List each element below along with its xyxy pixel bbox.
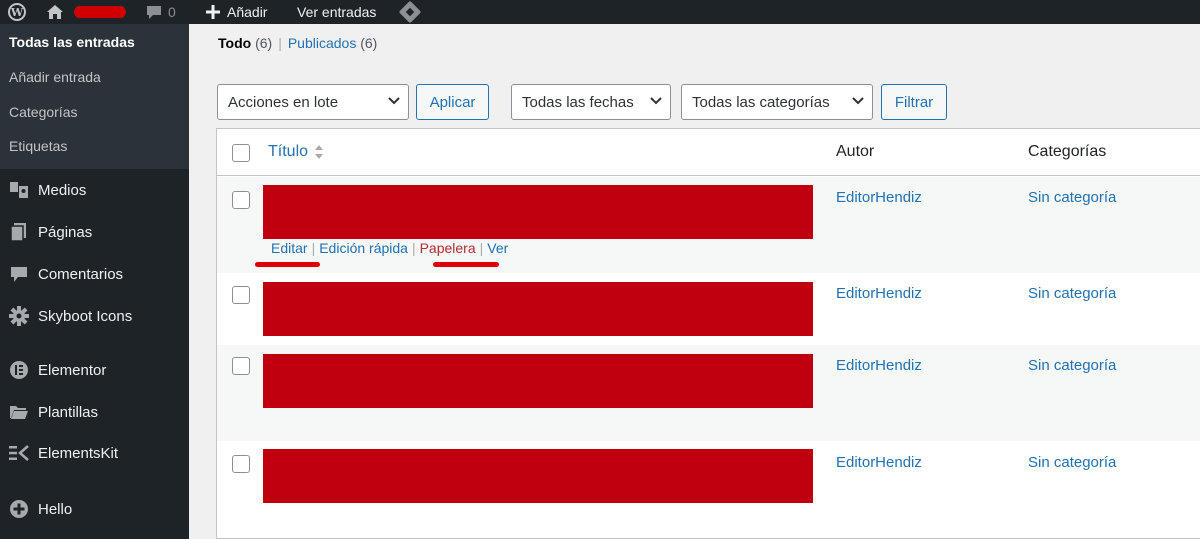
row-checkbox[interactable] xyxy=(232,455,250,473)
row-checkbox[interactable] xyxy=(232,286,250,304)
filter-all[interactable]: Todo xyxy=(218,35,251,51)
chevron-down-icon xyxy=(388,97,400,105)
submenu-categories[interactable]: Categorías xyxy=(9,104,77,120)
sort-icon xyxy=(315,145,324,159)
row-actions: Editar | Edición rápida | Papelera | Ver xyxy=(271,240,508,256)
annotation-underline-edit xyxy=(255,262,320,267)
gear-icon xyxy=(0,306,38,326)
chevron-down-icon xyxy=(852,97,864,105)
posts-submenu: Todas las entradas Añadir entrada Catego… xyxy=(0,24,189,169)
view-link[interactable]: Ver xyxy=(487,240,508,256)
annotation-underline-trash xyxy=(433,262,499,267)
menu-hello[interactable]: Hello xyxy=(0,494,189,524)
admin-bar: W 0 Añadir Ver entradas xyxy=(0,0,1200,24)
filter-separator: | xyxy=(278,35,282,51)
table-row: EditorHendiz Sin categoría xyxy=(217,441,1200,539)
main-content: Todo (6) | Publicados (6) Acciones en lote… xyxy=(189,24,1200,539)
comment-bubble-icon xyxy=(147,5,161,19)
redacted-post-title[interactable] xyxy=(263,185,813,239)
redacted-post-title[interactable] xyxy=(263,282,813,336)
menu-pages[interactable]: Páginas xyxy=(0,217,189,247)
filter-all-count: (6) xyxy=(255,35,273,51)
menu-templates-label: Plantillas xyxy=(38,403,99,421)
edit-link[interactable]: Editar xyxy=(271,240,308,256)
row-author-link[interactable]: EditorHendiz xyxy=(836,285,922,302)
comments-icon xyxy=(0,266,38,283)
redacted-post-title[interactable] xyxy=(263,449,813,503)
home-icon[interactable] xyxy=(46,0,64,24)
categories-select[interactable]: Todas las categorías xyxy=(681,84,873,120)
row-category-link[interactable]: Sin categoría xyxy=(1028,357,1116,374)
menu-comments-label: Comentarios xyxy=(38,265,124,283)
table-row: EditorHendiz Sin categoría xyxy=(217,273,1200,345)
pages-icon xyxy=(0,223,38,241)
wordpress-logo-icon[interactable]: W xyxy=(4,0,30,24)
dates-value: Todas las fechas xyxy=(522,93,634,111)
apply-button[interactable]: Aplicar xyxy=(416,84,489,120)
row-checkbox[interactable] xyxy=(232,191,250,209)
diamond-icon[interactable] xyxy=(398,0,422,24)
post-status-filters: Todo (6) | Publicados (6) xyxy=(218,35,377,51)
row-author-link[interactable]: EditorHendiz xyxy=(836,454,922,471)
menu-elementor-label: Elementor xyxy=(38,361,107,379)
column-author: Autor xyxy=(836,143,875,160)
elementskit-icon xyxy=(0,444,38,462)
submenu-all-posts[interactable]: Todas las entradas xyxy=(9,34,135,50)
media-icon xyxy=(0,181,38,199)
action-separator: | xyxy=(311,240,316,256)
row-author-link[interactable]: EditorHendiz xyxy=(836,357,922,374)
menu-pages-label: Páginas xyxy=(38,223,93,241)
submenu-add-post[interactable]: Añadir entrada xyxy=(9,69,101,85)
filter-button[interactable]: Filtrar xyxy=(881,84,947,120)
categories-value: Todas las categorías xyxy=(692,93,830,111)
plus-circle-icon xyxy=(0,499,38,519)
menu-elementor[interactable]: Elementor xyxy=(0,355,189,385)
column-categories: Categorías xyxy=(1028,143,1107,160)
menu-comments[interactable]: Comentarios xyxy=(0,259,189,289)
menu-elementskit-label: ElementsKit xyxy=(38,444,119,462)
redacted-site-name xyxy=(74,6,126,18)
select-all-checkbox[interactable] xyxy=(232,144,250,162)
menu-media[interactable]: Medios xyxy=(0,175,189,205)
action-separator: | xyxy=(411,240,416,256)
table-header: Título Autor Categorías xyxy=(217,129,1200,176)
comment-count: 0 xyxy=(168,4,176,20)
menu-hello-label: Hello xyxy=(38,500,73,518)
menu-templates[interactable]: Plantillas xyxy=(0,397,189,427)
chevron-down-icon xyxy=(650,97,662,105)
menu-media-label: Medios xyxy=(38,181,87,199)
posts-table: Título Autor Categorías Editar | Edición r… xyxy=(216,128,1200,539)
quick-edit-link[interactable]: Edición rápida xyxy=(319,240,408,256)
submenu-tags[interactable]: Etiquetas xyxy=(9,138,67,154)
action-separator: | xyxy=(479,240,484,256)
menu-skyboot-icons[interactable]: Skyboot Icons xyxy=(0,301,189,331)
table-row: Editar | Edición rápida | Papelera | Ver Edito… xyxy=(217,177,1200,273)
view-posts-link[interactable]: Ver entradas xyxy=(297,0,376,24)
row-checkbox[interactable] xyxy=(232,357,250,375)
column-title-sort[interactable]: Título xyxy=(268,143,324,161)
admin-sidebar: Todas las entradas Añadir entrada Catego… xyxy=(0,24,189,539)
table-row: EditorHendiz Sin categoría xyxy=(217,345,1200,441)
redacted-post-title[interactable] xyxy=(263,354,813,408)
row-category-link[interactable]: Sin categoría xyxy=(1028,189,1116,206)
menu-skyboot-label: Skyboot Icons xyxy=(38,307,133,325)
comments-link[interactable]: 0 xyxy=(146,0,176,24)
bulk-actions-select[interactable]: Acciones en lote xyxy=(217,84,409,120)
elementor-icon xyxy=(0,360,38,380)
row-category-link[interactable]: Sin categoría xyxy=(1028,285,1116,302)
folder-icon xyxy=(0,404,38,420)
plus-icon xyxy=(206,5,220,19)
bulk-actions-value: Acciones en lote xyxy=(228,93,339,111)
dates-select[interactable]: Todas las fechas xyxy=(511,84,671,120)
row-category-link[interactable]: Sin categoría xyxy=(1028,454,1116,471)
row-author-link[interactable]: EditorHendiz xyxy=(836,189,922,206)
filter-published[interactable]: Publicados xyxy=(288,35,357,51)
add-new-menu[interactable]: Añadir xyxy=(206,0,267,24)
trash-link[interactable]: Papelera xyxy=(420,240,476,256)
add-new-label: Añadir xyxy=(227,4,268,20)
menu-elementskit[interactable]: ElementsKit xyxy=(0,438,189,468)
filter-published-count: (6) xyxy=(360,35,378,51)
column-title-label: Título xyxy=(268,143,309,160)
